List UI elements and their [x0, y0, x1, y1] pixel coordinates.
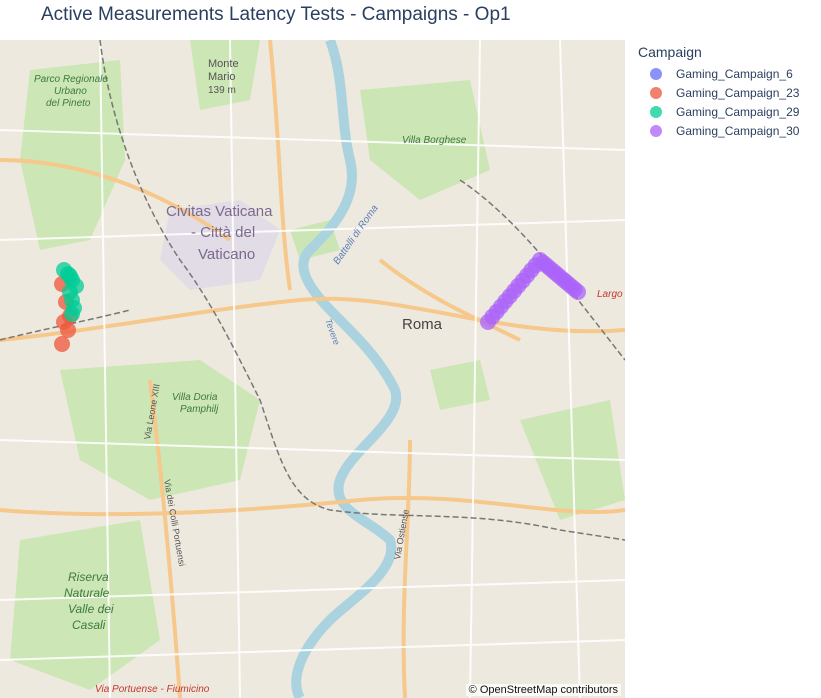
legend-marker-icon — [650, 67, 662, 80]
legend-item-campaign-6[interactable]: Gaming_Campaign_6 — [638, 64, 818, 83]
legend-marker-icon — [650, 124, 662, 137]
label-mario: Mario — [208, 71, 236, 83]
campaign-23-point — [60, 322, 76, 338]
label-villa-borghese: Villa Borghese — [402, 135, 467, 146]
chart-title: Active Measurements Latency Tests - Camp… — [41, 4, 511, 25]
legend: Campaign Gaming_Campaign_6 Gaming_Campai… — [638, 44, 818, 140]
legend-title: Campaign — [638, 44, 702, 60]
legend-marker-icon — [650, 105, 662, 118]
label-civitas-2: - Città del — [191, 224, 255, 241]
map-svg: Parco Regionale Urbano del Pineto Monte … — [0, 40, 625, 698]
legend-item-campaign-30[interactable]: Gaming_Campaign_30 — [638, 121, 818, 140]
label-riserva-3: Valle dei — [68, 602, 114, 616]
label-civitas-3: Vaticano — [198, 246, 255, 263]
label-civitas-1: Civitas Vaticana — [166, 203, 273, 220]
label-monte: Monte — [208, 58, 239, 70]
map-area[interactable]: Parco Regionale Urbano del Pineto Monte … — [0, 40, 625, 698]
campaign-23-point — [54, 336, 70, 352]
legend-label: Gaming_Campaign_30 — [676, 123, 800, 138]
label-largo: Largo — [597, 289, 623, 300]
campaign-30-point — [570, 284, 586, 300]
legend-marker-icon — [650, 86, 662, 99]
label-pineto: del Pineto — [46, 98, 91, 109]
label-monte-alt: 139 m — [208, 85, 236, 96]
label-parco: Parco Regionale — [34, 74, 108, 85]
legend-item-campaign-29[interactable]: Gaming_Campaign_29 — [638, 102, 818, 121]
label-urbano: Urbano — [54, 86, 87, 97]
legend-item-campaign-23[interactable]: Gaming_Campaign_23 — [638, 83, 818, 102]
campaign-29-point — [62, 268, 78, 284]
legend-label: Gaming_Campaign_29 — [676, 104, 800, 119]
label-roma: Roma — [402, 316, 443, 333]
label-via-portuense: Via Portuense - Fiumicino — [95, 684, 210, 695]
label-riserva-1: Riserva — [68, 570, 109, 584]
label-villa-doria-2: Pamphilj — [180, 404, 219, 415]
label-riserva-2: Naturale — [64, 586, 110, 600]
label-villa-doria-1: Villa Doria — [172, 392, 218, 403]
label-riserva-4: Casali — [72, 618, 106, 632]
map-attribution[interactable]: © OpenStreetMap contributors — [465, 684, 621, 696]
legend-label: Gaming_Campaign_23 — [676, 85, 800, 100]
campaign-29-point — [64, 306, 80, 322]
legend-label: Gaming_Campaign_6 — [676, 66, 793, 81]
